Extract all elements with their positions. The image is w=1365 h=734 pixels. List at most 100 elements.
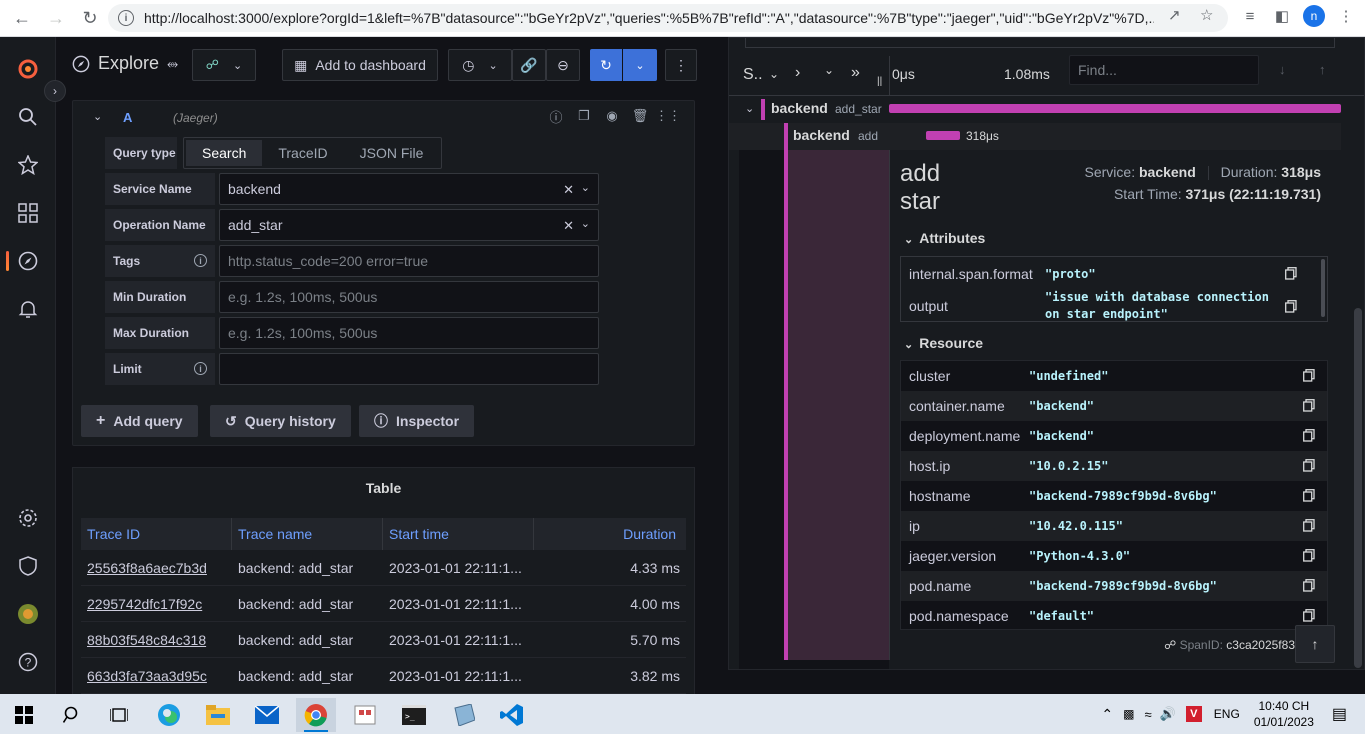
span-bar[interactable]: [889, 104, 1341, 113]
resource-section-header[interactable]: ⌄ Resource: [904, 335, 983, 351]
link-icon[interactable]: ☍: [1164, 638, 1176, 652]
attributes-section-header[interactable]: ⌄ Attributes: [904, 230, 985, 246]
copy-icon[interactable]: [1303, 369, 1315, 382]
query-type-search[interactable]: Search: [186, 140, 263, 166]
inspector-button[interactable]: ⓘ Inspector: [359, 405, 475, 437]
configuration-gear-icon[interactable]: [0, 498, 56, 538]
starred-icon[interactable]: [0, 145, 56, 185]
help-icon[interactable]: ⓘ: [548, 108, 564, 125]
user-avatar[interactable]: [0, 594, 56, 634]
language-indicator[interactable]: ENG: [1214, 707, 1240, 721]
double-chevron-down-icon[interactable]: ⌄: [824, 63, 834, 77]
column-start-time[interactable]: Start time: [383, 518, 534, 550]
next-result-icon[interactable]: ↓: [1279, 62, 1286, 77]
scroll-to-top-button[interactable]: ↑: [1295, 625, 1335, 663]
copy-icon[interactable]: [1303, 459, 1315, 472]
service-name-select[interactable]: backend ✕ ⌄: [219, 173, 599, 205]
forward-icon[interactable]: →: [40, 2, 72, 34]
copy-icon[interactable]: [1303, 489, 1315, 502]
share-icon[interactable]: ↗: [1168, 6, 1181, 24]
show-hidden-icons-icon[interactable]: ⌃: [1101, 706, 1113, 723]
column-trace-id[interactable]: Trace ID: [81, 518, 232, 550]
min-duration-input[interactable]: e.g. 1.2s, 100ms, 500us: [219, 281, 599, 313]
collapse-chevron-icon[interactable]: ⌄: [93, 110, 102, 123]
max-duration-input[interactable]: e.g. 1.2s, 100ms, 500us: [219, 317, 599, 349]
help-icon[interactable]: ?: [0, 642, 56, 682]
query-ref-id[interactable]: A: [123, 110, 132, 125]
chevron-down-icon[interactable]: ⌄: [581, 181, 590, 194]
alerting-bell-icon[interactable]: [0, 289, 56, 329]
operation-name-select[interactable]: add_star ✕ ⌄: [219, 209, 599, 241]
copy-icon[interactable]: [1303, 519, 1315, 532]
column-trace-name[interactable]: Trace name: [232, 518, 383, 550]
virtualbox-icon[interactable]: [443, 698, 483, 732]
pane-scrollbar[interactable]: [1354, 308, 1362, 668]
query-history-button[interactable]: ↺ Query history: [210, 405, 351, 437]
site-info-icon[interactable]: i: [118, 10, 134, 26]
copy-icon[interactable]: [1303, 579, 1315, 592]
chevron-down-icon[interactable]: ⌄: [769, 67, 779, 81]
chevron-down-icon[interactable]: ⌄: [581, 217, 590, 230]
trace-find-input[interactable]: Find...: [1069, 55, 1259, 85]
column-duration[interactable]: Duration: [534, 518, 686, 550]
column-resizer-icon[interactable]: ||: [877, 76, 882, 87]
search-icon[interactable]: [52, 698, 92, 732]
copy-icon[interactable]: [1303, 399, 1315, 412]
clock[interactable]: 10:40 CH 01/01/2023: [1254, 698, 1314, 730]
vscode-icon[interactable]: [492, 698, 532, 732]
trace-id-link[interactable]: 663d3fa73aa3d95c: [81, 658, 232, 694]
chevron-right-icon[interactable]: ›: [795, 64, 800, 82]
antivirus-icon[interactable]: V: [1185, 706, 1202, 722]
side-panel-icon[interactable]: ◧: [1271, 5, 1293, 27]
server-admin-shield-icon[interactable]: [0, 546, 56, 586]
copy-icon[interactable]: [1285, 267, 1297, 280]
edge-browser-icon[interactable]: [149, 698, 189, 732]
datasource-picker[interactable]: ☍ ⌄: [192, 49, 256, 81]
snipping-tool-icon[interactable]: [345, 698, 385, 732]
task-view-icon[interactable]: [99, 698, 139, 732]
time-picker-button[interactable]: ◷ ⌄: [448, 49, 512, 81]
share-link-icon[interactable]: ⥈: [167, 55, 178, 72]
notification-center-icon[interactable]: ▤: [1332, 704, 1347, 724]
chrome-menu-icon[interactable]: ⋮: [1335, 5, 1357, 27]
duplicate-icon[interactable]: ❐: [576, 108, 592, 124]
volume-icon[interactable]: 🔊: [1160, 706, 1176, 722]
bookmark-star-icon[interactable]: ☆: [1200, 6, 1213, 24]
add-query-button[interactable]: + Add query: [81, 405, 198, 437]
collapse-chevron-icon[interactable]: ⌄: [745, 102, 754, 115]
trash-icon[interactable]: 🗑: [632, 108, 649, 124]
attributes-scrollbar[interactable]: [1321, 259, 1325, 317]
wifi-icon[interactable]: ≈: [1144, 707, 1151, 722]
profile-avatar[interactable]: n: [1303, 5, 1325, 27]
drag-handle-icon[interactable]: ⋮⋮: [655, 108, 681, 124]
double-chevron-right-icon[interactable]: »: [851, 64, 860, 82]
info-icon[interactable]: i: [194, 362, 207, 375]
copy-icon[interactable]: [1285, 300, 1297, 313]
tags-input[interactable]: http.status_code=200 error=true: [219, 245, 599, 277]
prev-result-icon[interactable]: ↑: [1319, 62, 1326, 77]
copy-icon[interactable]: [1303, 609, 1315, 622]
file-explorer-icon[interactable]: [198, 698, 238, 732]
span-row-child[interactable]: backend add 318μs: [729, 123, 1341, 150]
trace-id-link[interactable]: 88b03f548c84c318: [81, 622, 232, 658]
zoom-out-button[interactable]: ⊖: [546, 49, 580, 81]
dashboards-icon[interactable]: [0, 193, 56, 233]
query-type-json-file[interactable]: JSON File: [344, 140, 440, 166]
info-icon[interactable]: i: [194, 254, 207, 267]
network-icon[interactable]: ▩: [1123, 707, 1134, 721]
explore-icon[interactable]: [0, 241, 56, 281]
pane-splitter[interactable]: [711, 37, 728, 694]
search-icon[interactable]: [0, 97, 56, 137]
windows-start-icon[interactable]: [4, 698, 44, 732]
media-control-icon[interactable]: ≡: [1239, 5, 1261, 27]
span-row-root[interactable]: ⌄ backend add_star: [729, 96, 1341, 123]
chrome-browser-icon[interactable]: [296, 698, 336, 732]
add-to-dashboard-button[interactable]: ▦ Add to dashboard: [282, 49, 438, 81]
refresh-interval-dropdown[interactable]: ⌄: [623, 49, 657, 81]
back-icon[interactable]: ←: [6, 2, 38, 34]
copy-icon[interactable]: [1303, 429, 1315, 442]
terminal-icon[interactable]: >_: [394, 698, 434, 732]
span-bar[interactable]: [926, 131, 960, 140]
split-link-button[interactable]: 🔗: [512, 49, 546, 81]
trace-id-link[interactable]: 2295742dfc17f92c: [81, 586, 232, 622]
